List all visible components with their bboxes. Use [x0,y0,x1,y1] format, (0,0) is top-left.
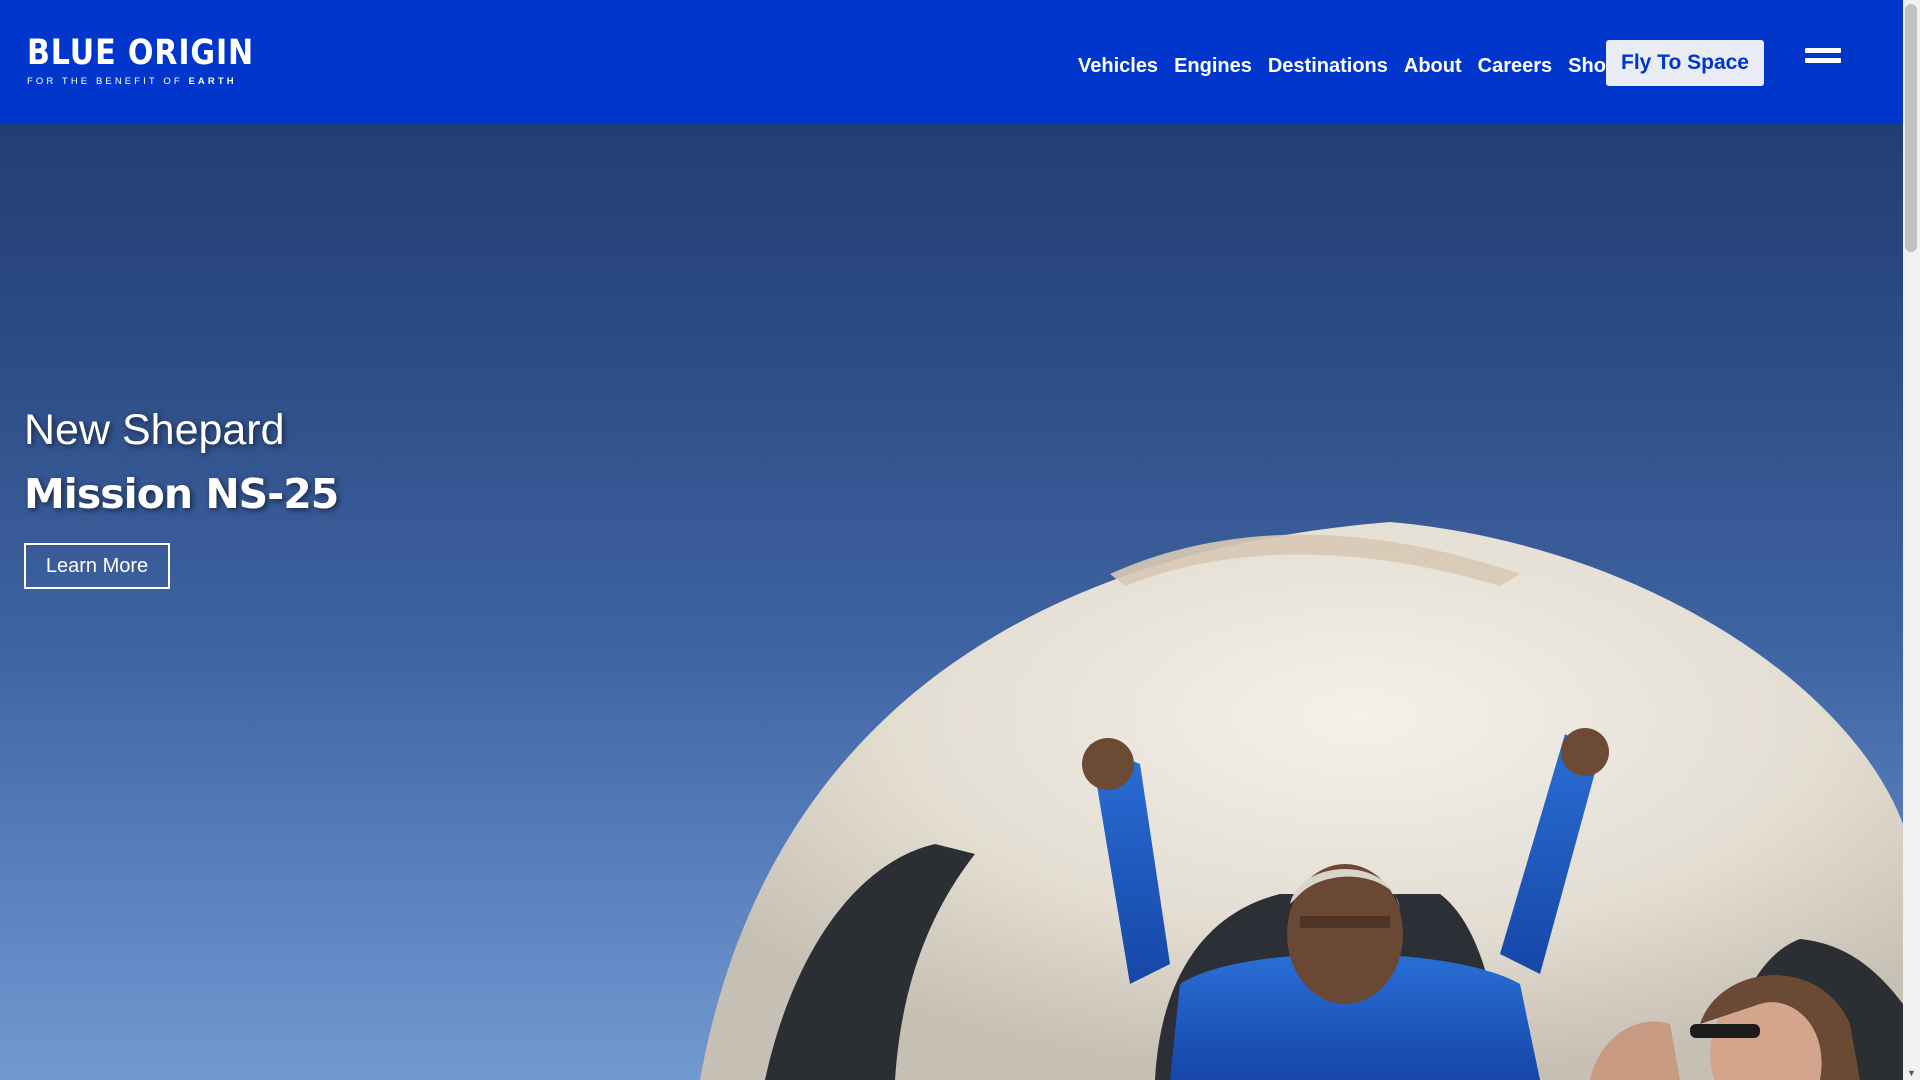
nav-item-vehicles[interactable]: Vehicles [1078,55,1158,77]
hero-title: Mission NS-25 [24,470,339,518]
learn-more-button[interactable]: Learn More [24,543,170,589]
hero-section: New Shepard Mission NS-25 Learn More [0,124,1903,1080]
brand-name: BLUE ORIGIN [27,33,255,73]
tagline-prefix: FOR THE BENEFIT OF [27,76,183,87]
site-header: BLUE ORIGIN FOR THE BENEFIT OF EARTH Veh… [0,0,1903,124]
hero-subtitle: New Shepard [24,406,285,454]
brand-logo[interactable]: BLUE ORIGIN FOR THE BENEFIT OF EARTH [27,34,291,87]
tagline-emphasis: EARTH [188,76,237,87]
main-nav: Vehicles Engines Destinations About Care… [1078,55,1634,77]
brand-tagline: FOR THE BENEFIT OF EARTH [27,76,291,87]
nav-item-careers[interactable]: Careers [1478,55,1553,77]
scrollbar-thumb[interactable] [1905,4,1917,252]
hamburger-line [1805,48,1841,53]
nav-item-destinations[interactable]: Destinations [1268,55,1388,77]
hamburger-line [1805,58,1841,63]
fly-to-space-button[interactable]: Fly To Space [1606,40,1764,86]
hero-image [700,522,1903,1080]
hamburger-icon[interactable] [1805,48,1841,72]
hero-text: New Shepard Mission NS-25 Learn More [24,406,339,589]
arrow-down-icon[interactable]: ▼ [1907,1068,1916,1078]
page-scrollbar[interactable]: ▼ [1903,0,1920,1080]
nav-item-about[interactable]: About [1404,55,1462,77]
nav-item-engines[interactable]: Engines [1174,55,1252,77]
